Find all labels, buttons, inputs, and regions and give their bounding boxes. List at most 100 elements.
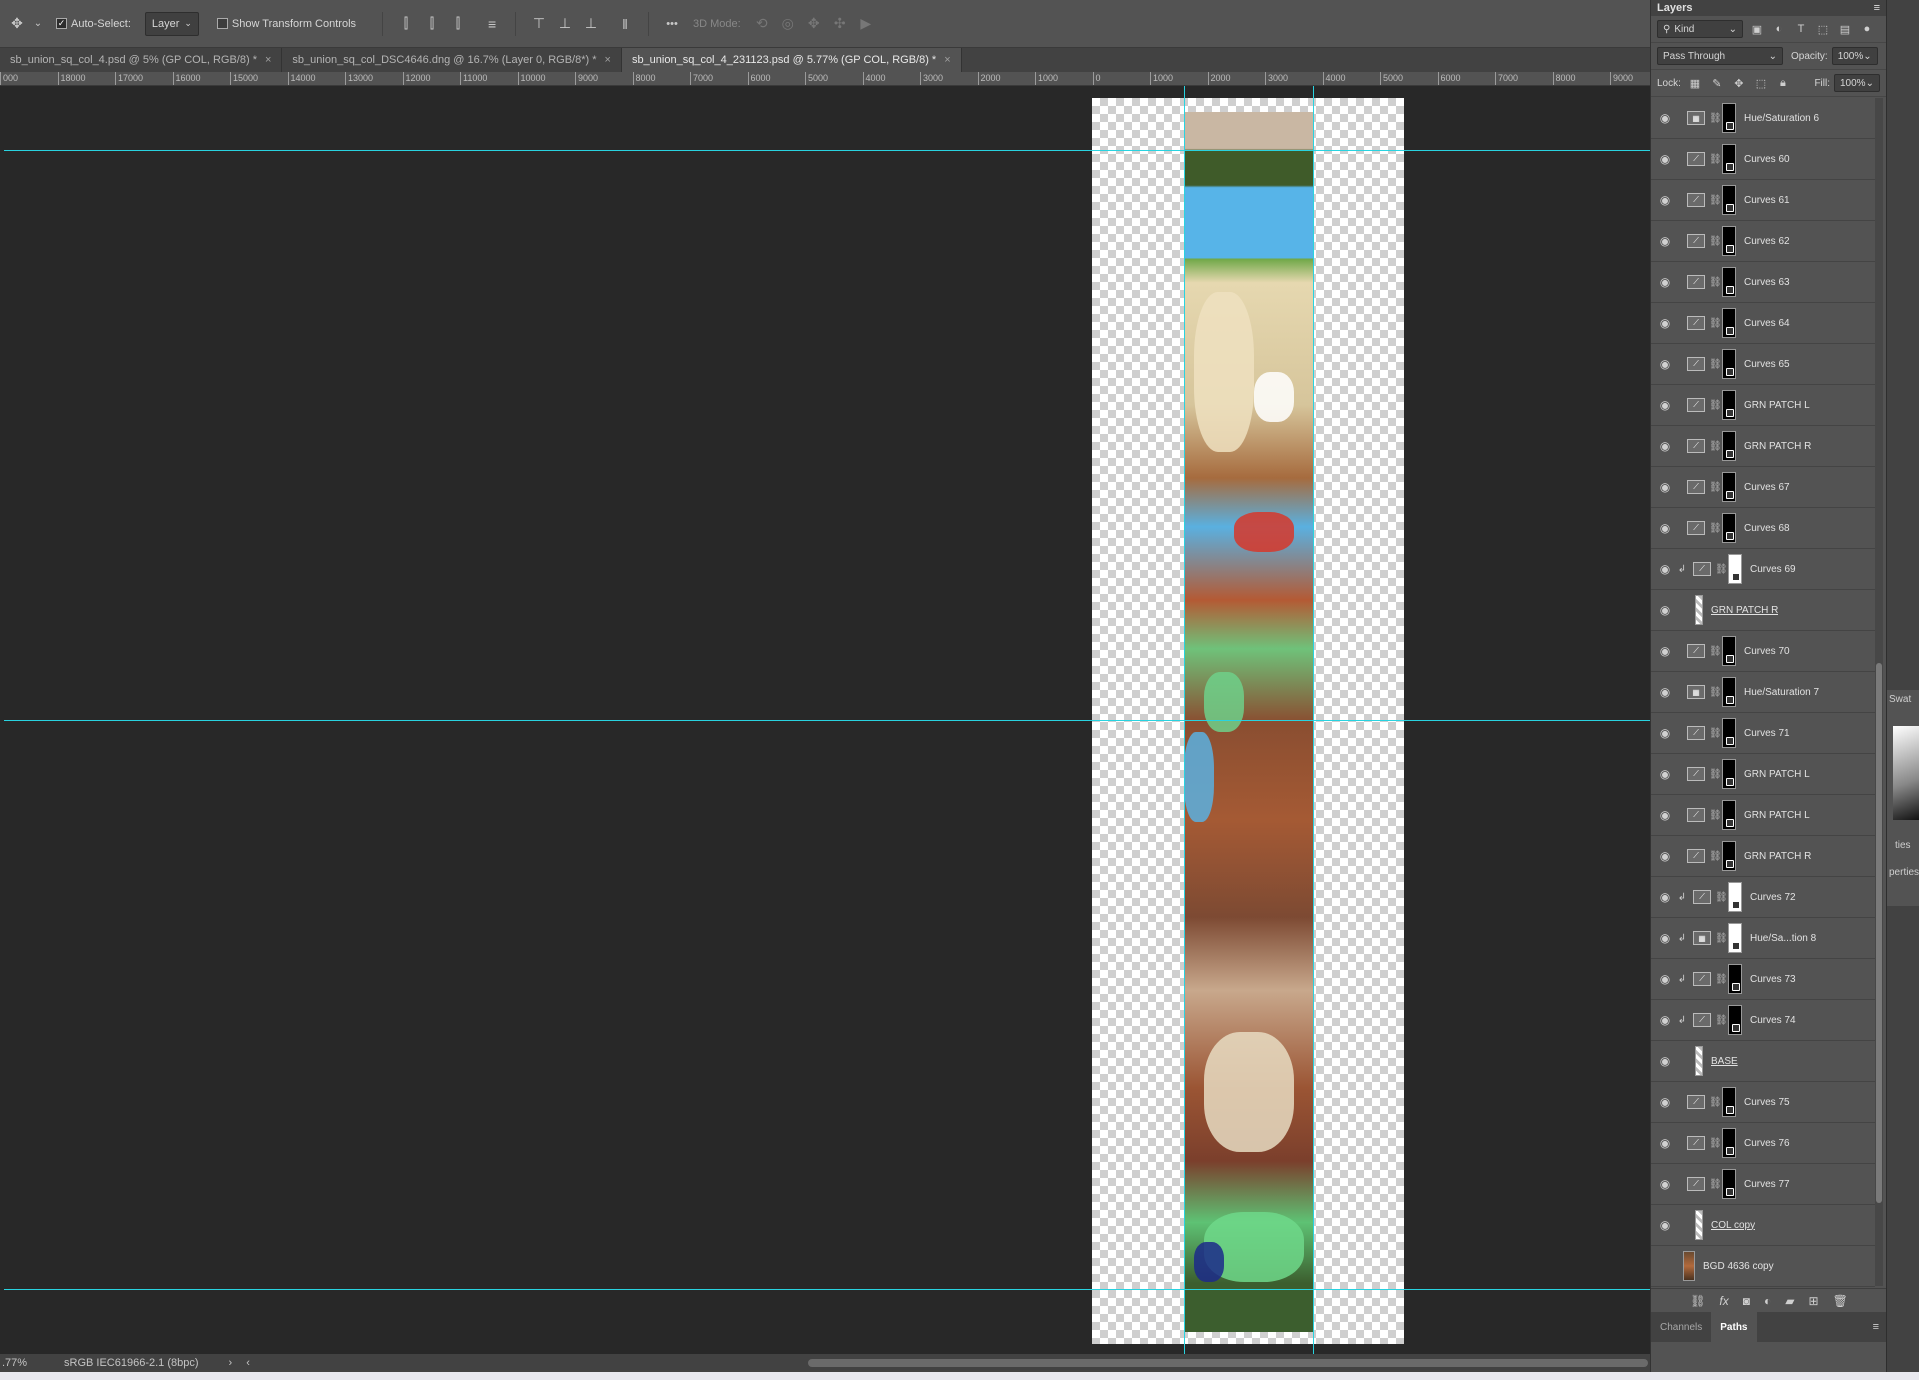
document-tab[interactable]: sb_union_sq_col_DSC4646.dng @ 16.7% (Lay… <box>282 48 622 72</box>
lock-artboard-icon[interactable]: ⬚ <box>1753 75 1769 91</box>
layer-row[interactable]: ◉ ▦ ⛓ Hue/Saturation 6 <box>1651 98 1875 139</box>
curves-adjustment-icon[interactable]: ⟋ <box>1687 849 1705 863</box>
layer-name[interactable]: GRN PATCH R <box>1744 851 1811 862</box>
layer-name[interactable]: Curves 71 <box>1744 728 1790 739</box>
curves-adjustment-icon[interactable]: ⟋ <box>1693 1013 1711 1027</box>
gradient-swatch[interactable] <box>1893 726 1919 820</box>
link-icon[interactable]: ⛓ <box>1709 810 1722 821</box>
vertical-guide[interactable] <box>1184 86 1185 1354</box>
curves-adjustment-icon[interactable]: ⟋ <box>1687 1177 1705 1191</box>
fill-field[interactable]: 100% ⌄ <box>1834 74 1880 92</box>
link-icon[interactable]: ⛓ <box>1709 236 1722 247</box>
layer-row[interactable]: ◉ ⟋ ⛓ GRN PATCH L <box>1651 385 1875 426</box>
3d-orbit-icon[interactable]: ⟲ <box>751 13 773 35</box>
layer-row[interactable]: ◉ GRN PATCH R <box>1651 590 1875 631</box>
curves-adjustment-icon[interactable]: ⟋ <box>1687 316 1705 330</box>
hue-saturation-icon[interactable]: ▦ <box>1693 931 1711 945</box>
align-right-edges-icon[interactable]: ⫿ <box>447 13 469 35</box>
layer-name[interactable]: Curves 64 <box>1744 318 1790 329</box>
3d-roll-icon[interactable]: ◎ <box>777 13 799 35</box>
swatches-panel[interactable]: Swat <box>1887 690 1919 840</box>
eye-icon[interactable]: ◉ <box>1653 480 1677 494</box>
eye-icon[interactable]: ◉ <box>1653 603 1677 617</box>
filter-type-icon[interactable]: T <box>1793 21 1809 37</box>
layer-row[interactable]: ◉ ⟋ ⛓ Curves 63 <box>1651 262 1875 303</box>
layer-name[interactable]: Curves 69 <box>1750 564 1796 575</box>
layer-row[interactable]: ◉ ⟋ ⛓ Curves 65 <box>1651 344 1875 385</box>
link-icon[interactable]: ⛓ <box>1709 769 1722 780</box>
eye-icon[interactable]: ◉ <box>1653 685 1677 699</box>
layer-name[interactable]: Curves 61 <box>1744 195 1790 206</box>
layer-name[interactable]: Curves 63 <box>1744 277 1790 288</box>
layer-row[interactable]: ◉ ⟋ ⛓ Curves 77 <box>1651 1164 1875 1205</box>
layer-name[interactable]: GRN PATCH L <box>1744 400 1810 411</box>
scroll-left-icon[interactable]: ‹ <box>246 1357 250 1369</box>
eye-icon[interactable]: ◉ <box>1653 357 1677 371</box>
layer-mask-thumbnail[interactable] <box>1722 513 1736 543</box>
layer-row[interactable]: ◉ ⟋ ⛓ GRN PATCH R <box>1651 426 1875 467</box>
eye-icon[interactable]: ◉ <box>1653 931 1677 945</box>
filter-kind-dropdown[interactable]: ⚲ Kind ⌄ <box>1657 20 1743 38</box>
layer-name[interactable]: Curves 65 <box>1744 359 1790 370</box>
curves-adjustment-icon[interactable]: ⟋ <box>1687 1095 1705 1109</box>
link-icon[interactable]: ⛓ <box>1715 892 1728 903</box>
layer-mask-thumbnail[interactable] <box>1722 472 1736 502</box>
eye-icon[interactable]: ◉ <box>1653 275 1677 289</box>
link-icon[interactable]: ⛓ <box>1709 318 1722 329</box>
layer-row[interactable]: ◉ ⟋ ⛓ Curves 62 <box>1651 221 1875 262</box>
link-icon[interactable]: ⛓ <box>1709 523 1722 534</box>
layer-row[interactable]: ◉ ⟋ ⛓ Curves 64 <box>1651 303 1875 344</box>
close-icon[interactable]: × <box>265 54 271 66</box>
layer-mask-thumbnail[interactable] <box>1722 636 1736 666</box>
filter-adjustment-icon[interactable]: ◐ <box>1771 21 1787 37</box>
layer-name[interactable]: BASE <box>1711 1056 1738 1067</box>
link-icon[interactable]: ⛓ <box>1709 1097 1722 1108</box>
layer-row[interactable]: ◉ ⟋ ⛓ Curves 61 <box>1651 180 1875 221</box>
auto-select-target-dropdown[interactable]: Layer ⌄ <box>144 11 199 36</box>
distribute-vertical-icon[interactable]: ‖ <box>614 13 636 35</box>
document-tab-active[interactable]: sb_union_sq_col_4_231123.psd @ 5.77% (GP… <box>621 48 962 72</box>
lock-transparent-icon[interactable]: ▦ <box>1687 75 1703 91</box>
layer-name[interactable]: GRN PATCH L <box>1744 810 1810 821</box>
layers-panel-title[interactable]: Layers <box>1657 2 1692 14</box>
curves-adjustment-icon[interactable]: ⟋ <box>1687 1136 1705 1150</box>
close-icon[interactable]: × <box>944 54 950 66</box>
layer-name[interactable]: Curves 77 <box>1744 1179 1790 1190</box>
link-icon[interactable]: ⛓ <box>1709 687 1722 698</box>
filter-shape-icon[interactable]: ⬚ <box>1815 21 1831 37</box>
layer-row[interactable]: ◉ COL copy <box>1651 1205 1875 1246</box>
link-icon[interactable]: ⛓ <box>1709 1138 1722 1149</box>
document-tab[interactable]: sb_union_sq_col_4.psd @ 5% (GP COL, RGB/… <box>0 48 283 72</box>
eye-icon[interactable]: ◉ <box>1653 521 1677 535</box>
filter-smart-object-icon[interactable]: ▤ <box>1837 21 1853 37</box>
lock-all-icon[interactable]: 🔒︎ <box>1775 75 1791 91</box>
3d-scale-icon[interactable]: ▶ <box>855 13 877 35</box>
blend-mode-dropdown[interactable]: Pass Through ⌄ <box>1657 47 1783 65</box>
horizontal-ruler[interactable]: 000 18000 17000 16000 15000 14000 13000 12000 11… <box>0 72 1650 86</box>
close-icon[interactable]: × <box>605 54 611 66</box>
eye-icon[interactable]: ◉ <box>1653 1177 1677 1191</box>
layer-row[interactable]: ◉ ▦ ⛓ Hue/Saturation 7 <box>1651 672 1875 713</box>
scrollbar-thumb[interactable] <box>1876 663 1882 1203</box>
layer-mask-thumbnail[interactable] <box>1722 841 1736 871</box>
link-icon[interactable]: ⛓ <box>1709 400 1722 411</box>
eye-icon[interactable]: ◉ <box>1653 1013 1677 1027</box>
link-icon[interactable]: ⛓ <box>1709 851 1722 862</box>
layer-mask-thumbnail[interactable] <box>1722 103 1736 133</box>
eye-icon[interactable]: ◉ <box>1653 849 1677 863</box>
auto-select-checkbox[interactable]: ✓ Auto-Select: <box>56 18 131 30</box>
document-canvas[interactable] <box>1092 98 1404 1344</box>
link-icon[interactable]: ⛓ <box>1709 441 1722 452</box>
layer-row[interactable]: ◉ ↲ ⟋ ⛓ Curves 74 <box>1651 1000 1875 1041</box>
properties-panel[interactable]: ties perties <box>1887 836 1919 906</box>
opacity-field[interactable]: 100% ⌄ <box>1831 47 1878 65</box>
layer-name[interactable]: Hue/Sa...tion 8 <box>1750 933 1816 944</box>
eye-icon[interactable]: ◉ <box>1653 152 1677 166</box>
distribute-horizontal-icon[interactable]: ≡ <box>481 13 503 35</box>
curves-adjustment-icon[interactable]: ⟋ <box>1687 357 1705 371</box>
eye-icon[interactable]: ◉ <box>1653 808 1677 822</box>
layer-row[interactable]: ◉ ⟋ ⛓ GRN PATCH L <box>1651 795 1875 836</box>
eye-icon[interactable]: ◉ <box>1653 439 1677 453</box>
layer-row[interactable]: ◉ ⟋ ⛓ Curves 75 <box>1651 1082 1875 1123</box>
layer-name[interactable]: Curves 75 <box>1744 1097 1790 1108</box>
